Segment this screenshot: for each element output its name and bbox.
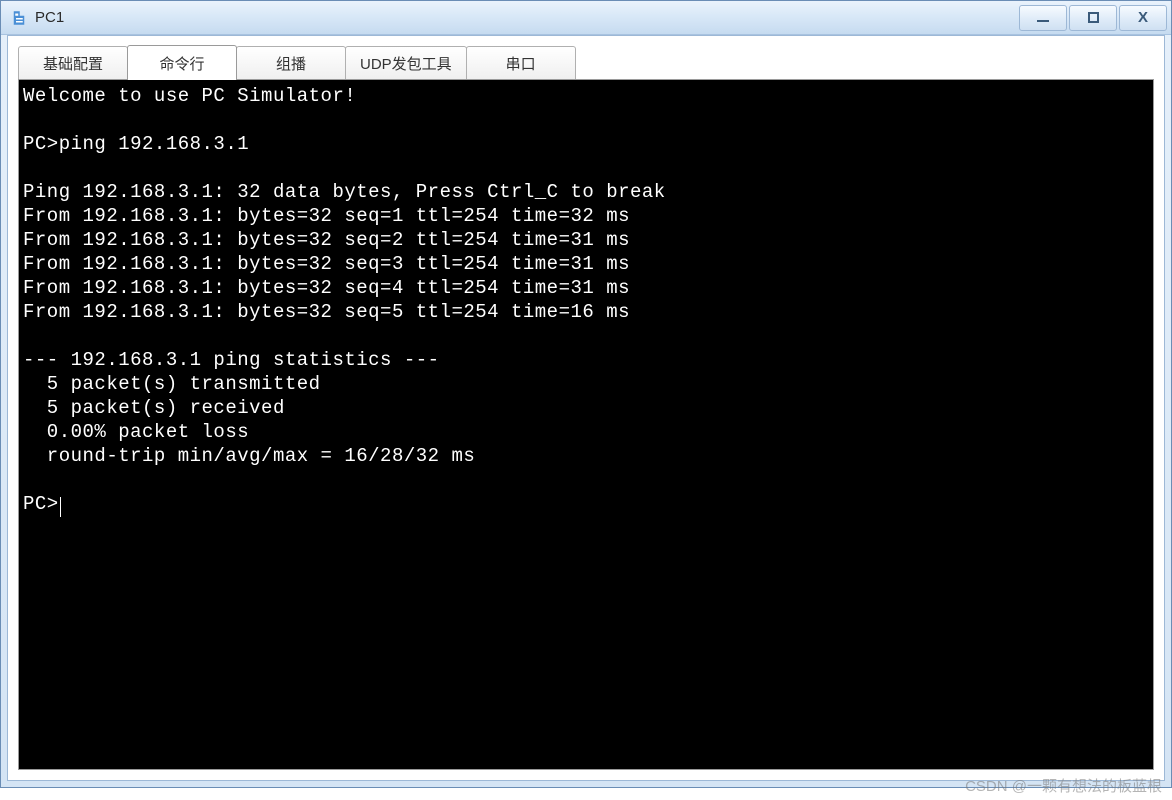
window-title: PC1 <box>35 9 1017 26</box>
terminal-cursor <box>60 497 62 517</box>
minimize-icon <box>1037 20 1049 22</box>
app-window: PC1 X 基础配置 命令行 组播 UDP发包工具 串口 Welcome to … <box>0 0 1172 788</box>
close-button[interactable]: X <box>1119 5 1167 31</box>
terminal-panel: Welcome to use PC Simulator! PC>ping 192… <box>18 79 1154 770</box>
minimize-button[interactable] <box>1019 5 1067 31</box>
client-area: 基础配置 命令行 组播 UDP发包工具 串口 Welcome to use PC… <box>7 35 1165 781</box>
tab-basic-config[interactable]: 基础配置 <box>18 46 128 80</box>
window-controls: X <box>1017 5 1167 31</box>
tab-multicast[interactable]: 组播 <box>236 46 346 80</box>
terminal-output[interactable]: Welcome to use PC Simulator! PC>ping 192… <box>19 80 1153 769</box>
app-icon <box>9 8 29 28</box>
tabbar: 基础配置 命令行 组播 UDP发包工具 串口 <box>18 44 1154 80</box>
maximize-button[interactable] <box>1069 5 1117 31</box>
maximize-icon <box>1088 12 1099 23</box>
close-icon: X <box>1138 9 1148 26</box>
titlebar[interactable]: PC1 X <box>1 1 1171 35</box>
tab-udp-packet-tool[interactable]: UDP发包工具 <box>345 46 467 80</box>
tab-command-line[interactable]: 命令行 <box>127 45 237 80</box>
tab-serial-port[interactable]: 串口 <box>466 46 576 80</box>
